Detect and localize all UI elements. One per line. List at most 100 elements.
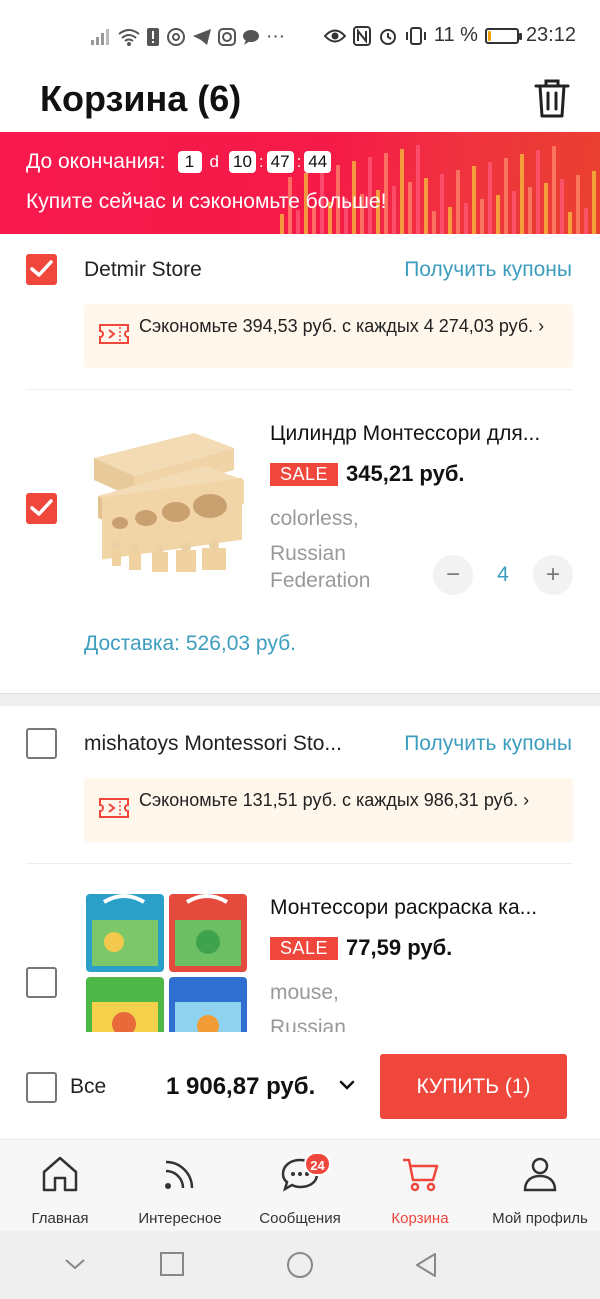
price-row: SALE 345,21 руб. xyxy=(270,461,465,487)
checkout-bar: Все 1 906,87 руб. КУПИТЬ (1) xyxy=(0,1032,600,1139)
product-title[interactable]: Цилиндр Монтессори для... xyxy=(270,422,575,446)
promo-bar xyxy=(504,158,508,234)
tab-home[interactable]: Главная xyxy=(0,1140,120,1232)
coupon-banner[interactable]: Сэкономьте 394,53 руб. с каждых 4 274,03… xyxy=(84,304,573,368)
promo-bar xyxy=(488,162,492,234)
tab-feed[interactable]: Интересное xyxy=(120,1140,240,1232)
coupon-banner[interactable]: Сэкономьте 131,51 руб. с каждых 986,31 р… xyxy=(84,778,573,842)
countdown-label: До окончания: xyxy=(26,150,166,173)
price-row: SALE 77,59 руб. xyxy=(270,935,452,961)
product-checkbox-cylinder[interactable] xyxy=(26,493,57,524)
countdown-days: 1 xyxy=(177,151,202,173)
divider xyxy=(26,389,573,390)
promo-bar xyxy=(280,214,284,234)
coupon-text: Сэкономьте 131,51 руб. с каждых 986,31 р… xyxy=(139,790,530,810)
variant-line: Federation xyxy=(270,569,371,592)
promo-subtitle: Купите сейчас и сэкономьте больше! xyxy=(26,190,387,213)
promo-bar xyxy=(392,186,396,234)
back-icon[interactable] xyxy=(413,1251,439,1279)
eye-icon xyxy=(323,29,346,42)
product-price: 345,21 руб. xyxy=(346,461,465,486)
home-circle-icon[interactable] xyxy=(286,1251,314,1279)
promo-bar xyxy=(592,171,596,234)
promo-bar xyxy=(520,154,524,234)
tab-profile[interactable]: Мой профиль xyxy=(480,1140,600,1232)
store-name[interactable]: mishatoys Montessori Sto... xyxy=(84,732,376,756)
store-name[interactable]: Detmir Store xyxy=(84,258,364,282)
battery-icon xyxy=(484,27,522,44)
nfc-icon xyxy=(352,25,371,46)
clock: 23:12 xyxy=(525,24,576,46)
wifi-icon xyxy=(118,29,140,46)
coupon-icon xyxy=(99,324,129,344)
get-coupons-link[interactable]: Получить купоны xyxy=(404,258,572,282)
page-title: Корзина (6) xyxy=(40,78,242,119)
promo-bar xyxy=(560,179,564,234)
promo-bar xyxy=(584,208,588,234)
unread-badge: 24 xyxy=(304,1152,331,1176)
alarm-icon xyxy=(379,28,396,45)
product-variant[interactable]: mouse, Russian xyxy=(270,979,420,1032)
chevron-down-icon[interactable] xyxy=(338,1076,356,1094)
tab-label: Главная xyxy=(31,1210,89,1227)
promo-bar xyxy=(480,199,484,234)
promo-bar xyxy=(544,183,548,234)
divider xyxy=(26,863,573,864)
product-checkbox-coloring[interactable] xyxy=(26,967,57,998)
promo-bar xyxy=(408,182,412,234)
get-coupons-link[interactable]: Получить купоны xyxy=(404,732,572,756)
promo-bar xyxy=(576,175,580,234)
promo-banner[interactable]: До окончания: 1 d 10 : 47 : 44 Купите се… xyxy=(0,132,600,234)
product-image-cylinders[interactable] xyxy=(84,418,249,583)
plus-icon: + xyxy=(545,561,560,588)
at-icon xyxy=(167,28,185,46)
system-navigation-bar xyxy=(0,1231,600,1299)
promo-bar xyxy=(536,150,540,234)
promo-bar xyxy=(424,178,428,234)
select-all-label[interactable]: Все xyxy=(70,1075,106,1099)
bottom-tab-bar: Главная Интересное 24 Сообщения Корзина … xyxy=(0,1139,600,1231)
promo-bar xyxy=(568,212,572,234)
promo-bar xyxy=(440,174,444,234)
product-title[interactable]: Монтессори раскраска ка... xyxy=(270,896,575,920)
recent-apps-icon[interactable] xyxy=(159,1251,185,1277)
promo-bar xyxy=(528,187,532,234)
variant-line: Russian xyxy=(270,542,346,565)
decrease-quantity-button[interactable]: − xyxy=(433,555,473,595)
tab-label: Мой профиль xyxy=(492,1210,588,1227)
total-price[interactable]: 1 906,87 руб. xyxy=(166,1073,315,1101)
promo-bar xyxy=(400,149,404,234)
promo-bar xyxy=(432,211,436,234)
store-checkbox-mishatoys[interactable] xyxy=(26,728,57,759)
store-checkbox-detmir[interactable] xyxy=(26,254,57,285)
buy-button[interactable]: КУПИТЬ (1) xyxy=(380,1054,567,1119)
check-icon xyxy=(30,499,53,516)
coupon-text: Сэкономьте 394,53 руб. с каждых 4 274,03… xyxy=(139,316,545,336)
countdown-hours: 10 xyxy=(228,151,256,173)
product-price: 77,59 руб. xyxy=(346,935,453,960)
countdown-days-unit: d xyxy=(209,152,219,171)
telegram-icon xyxy=(193,29,211,45)
tab-cart[interactable]: Корзина xyxy=(360,1140,480,1232)
tab-messages[interactable]: 24 Сообщения xyxy=(240,1140,360,1232)
increase-quantity-button[interactable]: + xyxy=(533,555,573,595)
signal-icon xyxy=(91,29,109,45)
product-variant-clip: mouse, Russian xyxy=(270,979,420,1032)
delete-button[interactable] xyxy=(532,76,572,120)
delivery-cost: Доставка: 526,03 руб. xyxy=(84,632,296,655)
section-separator xyxy=(0,693,600,706)
product-variant[interactable]: colorless, Russian Federation xyxy=(270,505,420,594)
product-image-clip xyxy=(84,892,249,1032)
hide-keyboard-icon[interactable] xyxy=(62,1251,88,1277)
countdown-minutes: 47 xyxy=(266,151,294,173)
quantity-value[interactable]: 4 xyxy=(473,563,533,587)
status-icons-left: ··· xyxy=(90,26,285,48)
promo-bar xyxy=(448,207,452,234)
variant-line: colorless, xyxy=(270,507,359,530)
feed-icon xyxy=(165,1160,194,1189)
select-all-checkbox[interactable] xyxy=(26,1072,57,1103)
trash-icon xyxy=(534,79,570,118)
cart-icon xyxy=(403,1158,439,1192)
product-image-coloring-books[interactable] xyxy=(84,892,249,1032)
coupon-icon xyxy=(99,798,129,818)
